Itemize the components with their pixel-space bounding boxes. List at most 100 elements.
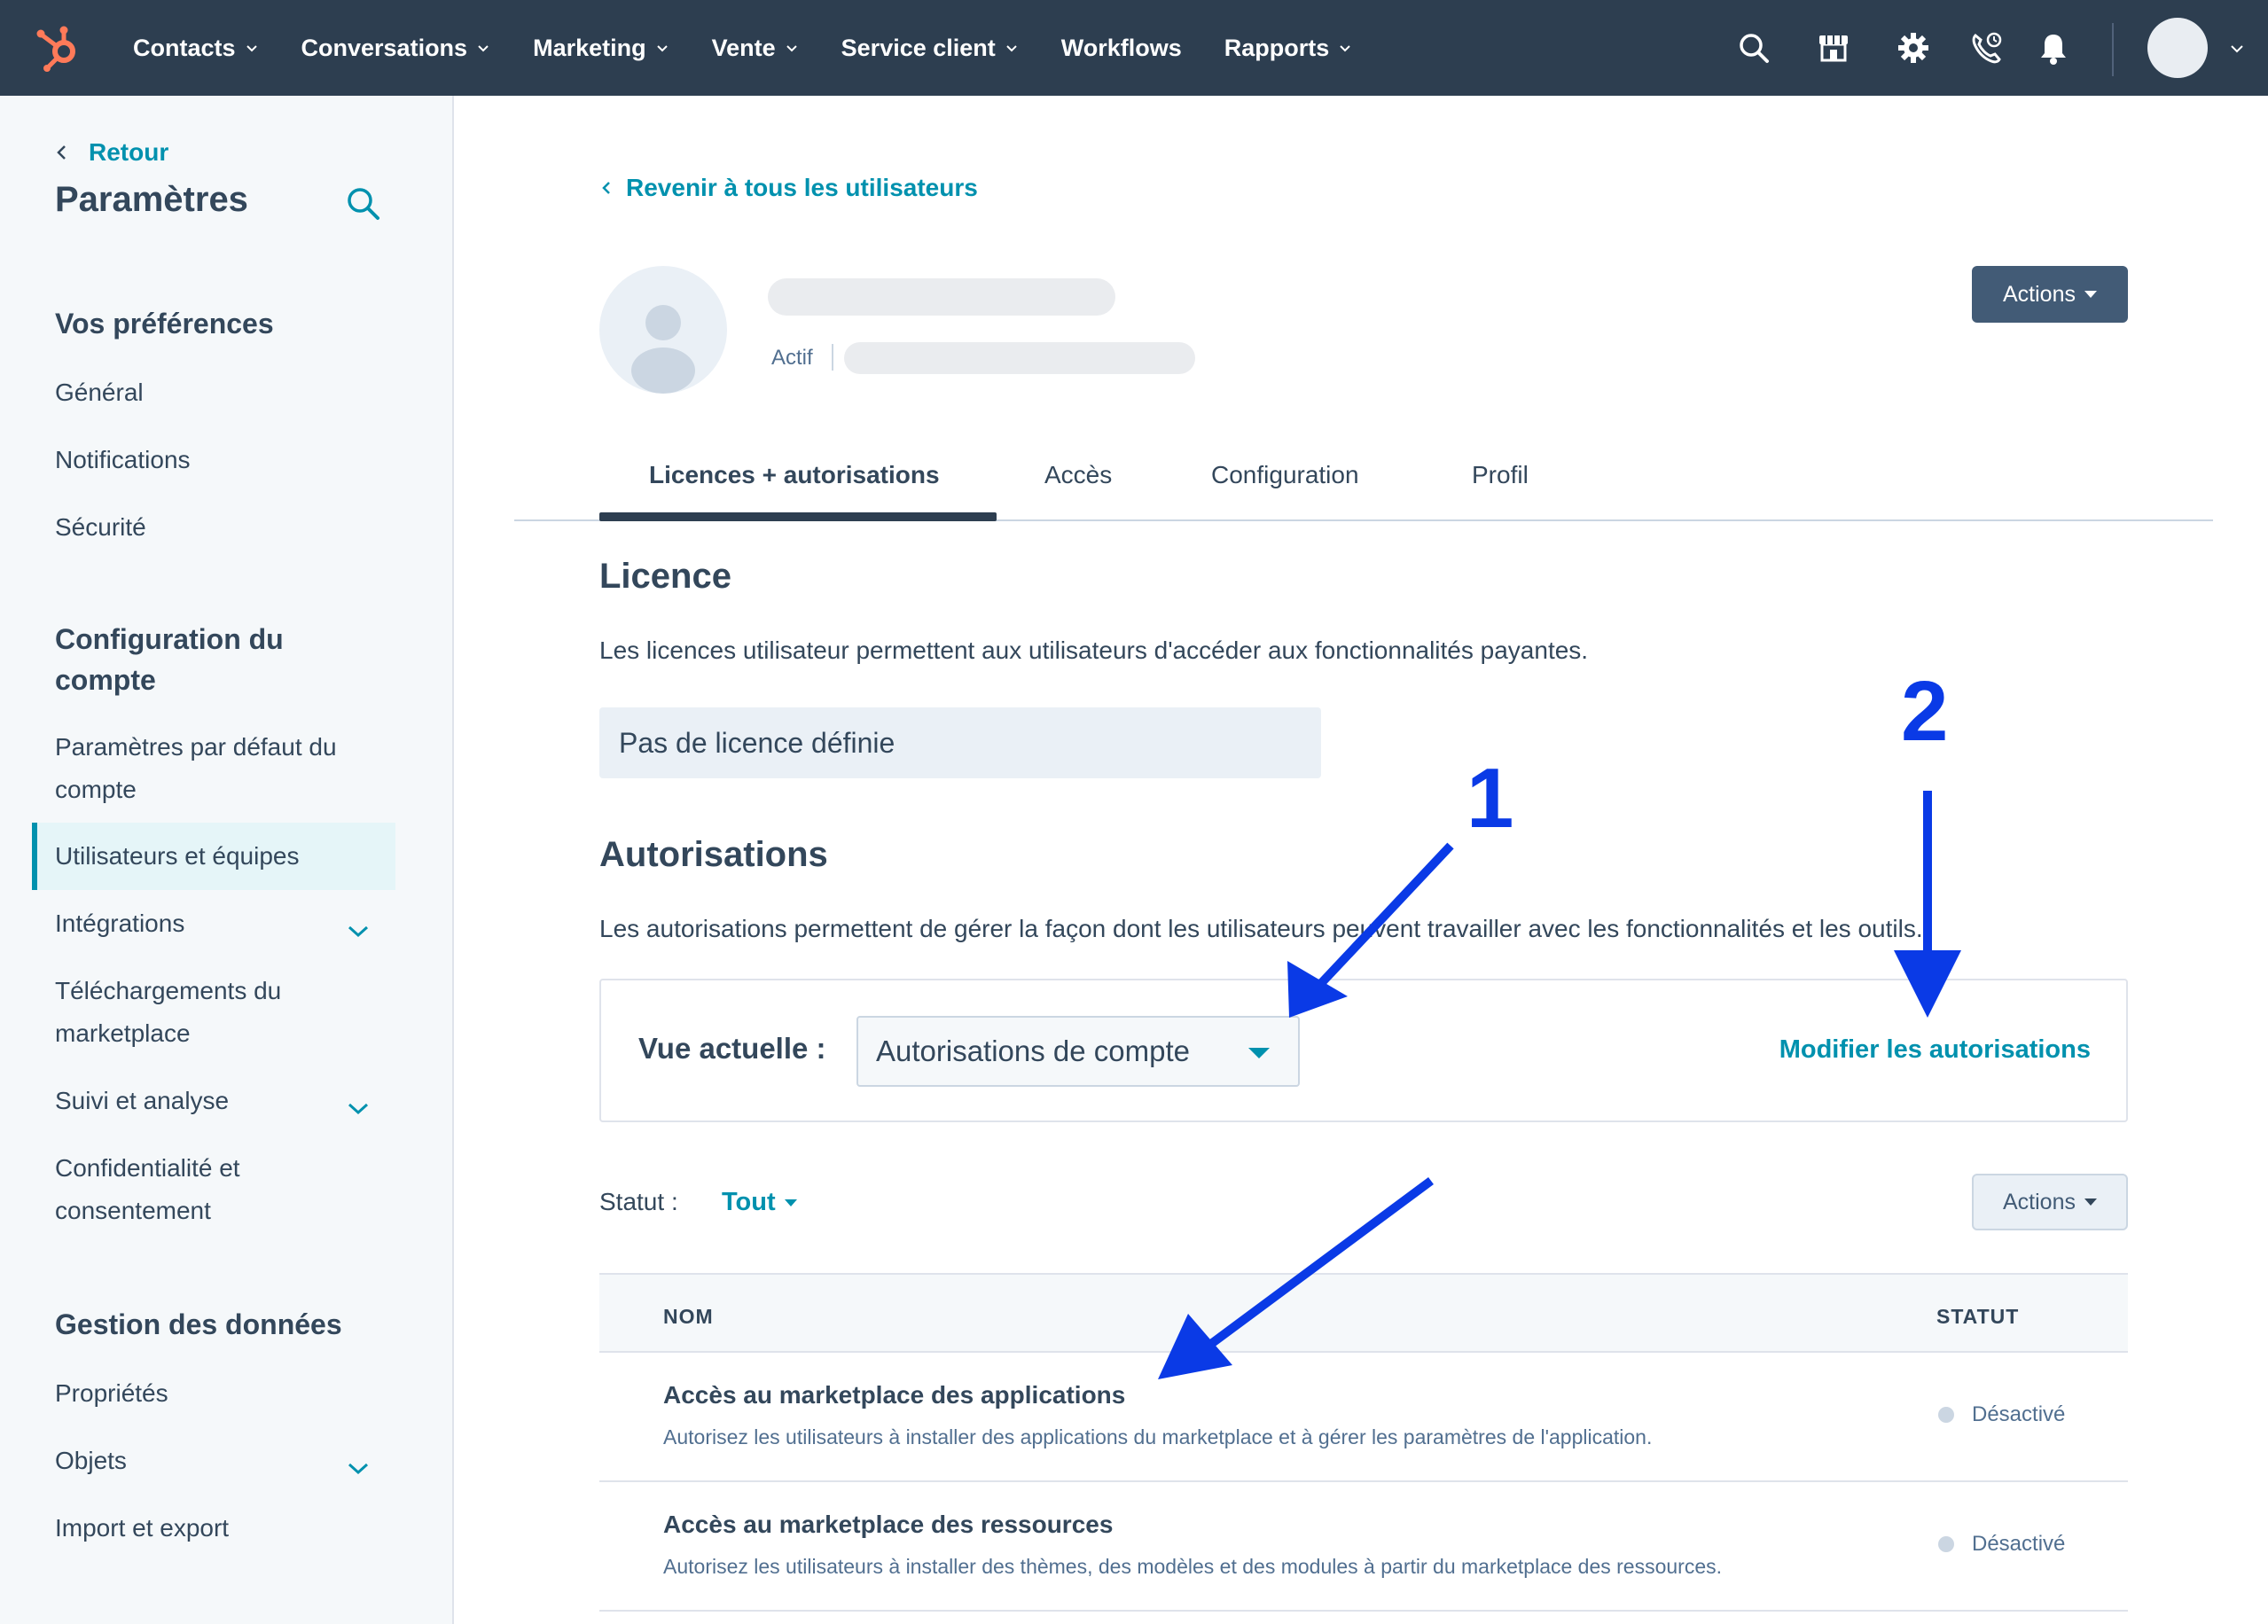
sidebar-section-heading: Configuration du compte bbox=[55, 623, 284, 696]
sidebar-section-heading: Gestion des données bbox=[55, 1308, 342, 1340]
column-header-name[interactable]: NOM bbox=[663, 1305, 714, 1329]
chevron-down-icon[interactable] bbox=[2229, 43, 2245, 55]
sidebar-item-marketplace-downloads[interactable]: Téléchargements du marketplace bbox=[55, 970, 339, 1055]
sidebar-item-notifications[interactable]: Notifications bbox=[55, 439, 392, 481]
nav-item-marketing[interactable]: Marketing bbox=[533, 35, 669, 62]
nav-item-label: Contacts bbox=[133, 34, 236, 61]
nav-item-label: Marketing bbox=[533, 34, 646, 61]
nav-item-service-client[interactable]: Service client bbox=[841, 35, 1019, 62]
bell-icon[interactable] bbox=[2036, 30, 2071, 66]
status-filter-label: Statut : bbox=[599, 1188, 678, 1215]
chevron-down-icon bbox=[786, 45, 797, 52]
current-view-select[interactable]: Autorisations de compte bbox=[856, 1016, 1300, 1087]
tab-access[interactable]: Accès bbox=[1044, 461, 1112, 489]
sidebar-back-label: Retour bbox=[89, 138, 169, 166]
back-to-users-link[interactable]: Revenir à tous les utilisateurs bbox=[601, 174, 978, 202]
search-icon[interactable] bbox=[344, 184, 383, 223]
licence-value-text: Pas de licence définie bbox=[619, 726, 895, 759]
status-dot-icon bbox=[1938, 1407, 1954, 1423]
table-header: NOM STATUT bbox=[599, 1273, 2128, 1353]
hubspot-logo-icon[interactable] bbox=[32, 23, 82, 73]
calling-icon[interactable] bbox=[1968, 30, 2004, 66]
status-divider bbox=[832, 344, 833, 371]
search-icon[interactable] bbox=[1736, 30, 1771, 66]
tab-configuration[interactable]: Configuration bbox=[1211, 461, 1359, 489]
sidebar-item-properties[interactable]: Propriétés bbox=[55, 1372, 392, 1415]
sidebar-item-import-export[interactable]: Import et export bbox=[55, 1507, 392, 1550]
sidebar-item-general[interactable]: Général bbox=[55, 371, 392, 414]
sidebar-back-link[interactable]: Retour bbox=[55, 138, 168, 167]
sidebar-title: Paramètres bbox=[55, 180, 248, 219]
marketplace-icon[interactable] bbox=[1816, 30, 1851, 66]
sidebar-item-users-teams[interactable]: Utilisateurs et équipes bbox=[55, 835, 392, 878]
current-view-value: Autorisations de compte bbox=[876, 1035, 1191, 1067]
row-description: Autorisez les utilisateurs à installer d… bbox=[663, 1555, 1723, 1578]
status-filter-dropdown[interactable]: Tout bbox=[722, 1188, 797, 1217]
chevron-down-icon bbox=[1340, 45, 1351, 52]
sidebar-item-privacy-consent[interactable]: Confidentialité et consentement bbox=[55, 1147, 285, 1232]
chevron-left-icon bbox=[57, 145, 66, 160]
user-email-placeholder bbox=[844, 342, 1195, 374]
table-actions-label: Actions bbox=[2003, 1189, 2076, 1214]
top-navigation-bar: Contacts Conversations Marketing Vente S… bbox=[0, 0, 2268, 96]
nav-item-label: Rapports bbox=[1224, 34, 1330, 61]
settings-sidebar: Retour Paramètres Vos préférences Généra… bbox=[0, 96, 454, 1624]
chevron-left-icon bbox=[602, 182, 610, 194]
user-avatar-menu[interactable] bbox=[2147, 18, 2208, 78]
permissions-table: NOM STATUT Accès au marketplace des appl… bbox=[599, 1273, 2128, 1612]
sidebar-item-integrations[interactable]: Intégrations bbox=[55, 902, 392, 945]
gear-icon[interactable] bbox=[1896, 30, 1931, 66]
permissions-heading: Autorisations bbox=[599, 835, 828, 874]
chevron-down-icon bbox=[246, 45, 257, 52]
table-row[interactable]: Accès au marketplace des applications Au… bbox=[599, 1353, 2128, 1482]
licence-heading: Licence bbox=[599, 557, 731, 596]
user-status: Actif bbox=[771, 346, 813, 370]
chevron-down-icon[interactable] bbox=[346, 924, 371, 940]
nav-item-workflows[interactable]: Workflows bbox=[1061, 35, 1182, 62]
row-status: Désactivé bbox=[1938, 1532, 2065, 1557]
row-title: Accès au marketplace des ressources bbox=[663, 1511, 1114, 1538]
nav-item-label: Service client bbox=[841, 34, 996, 61]
chevron-down-icon bbox=[656, 45, 668, 52]
caret-down-icon bbox=[784, 1198, 797, 1206]
permissions-description: Les autorisations permettent de gérer la… bbox=[599, 915, 1923, 942]
nav-item-label: Conversations bbox=[301, 34, 468, 61]
chevron-down-icon bbox=[1006, 45, 1017, 52]
user-name-placeholder bbox=[768, 278, 1115, 316]
nav-item-label: Vente bbox=[711, 34, 776, 61]
sidebar-item-tracking-analytics[interactable]: Suivi et analyse bbox=[55, 1080, 392, 1122]
chevron-down-icon[interactable] bbox=[346, 1101, 371, 1117]
table-row[interactable]: Accès au marketplace des ressources Auto… bbox=[599, 1482, 2128, 1612]
nav-item-label: Workflows bbox=[1060, 34, 1182, 61]
permissions-view-panel: Vue actuelle : Autorisations de compte M… bbox=[599, 979, 2128, 1122]
sidebar-item-account-defaults[interactable]: Paramètres par défaut du compte bbox=[55, 726, 374, 811]
status-dot-icon bbox=[1938, 1536, 1954, 1552]
row-status-text: Désactivé bbox=[1972, 1402, 2066, 1426]
annotation-number-2: 2 bbox=[1901, 664, 1949, 759]
column-header-status[interactable]: STATUT bbox=[1936, 1305, 2019, 1329]
tab-profile[interactable]: Profil bbox=[1472, 461, 1529, 489]
licence-description: Les licences utilisateur permettent aux … bbox=[599, 636, 1589, 664]
edit-permissions-link[interactable]: Modifier les autorisations bbox=[1779, 1035, 2091, 1065]
active-tab-indicator bbox=[599, 512, 997, 521]
nav-item-vente[interactable]: Vente bbox=[712, 35, 799, 62]
tab-licences-permissions[interactable]: Licences + autorisations bbox=[649, 461, 940, 489]
person-icon bbox=[631, 305, 695, 394]
user-actions-button[interactable]: Actions bbox=[1972, 266, 2128, 323]
licence-value: Pas de licence définie bbox=[599, 707, 1321, 778]
table-actions-button[interactable]: Actions bbox=[1972, 1174, 2128, 1230]
nav-item-contacts[interactable]: Contacts bbox=[133, 35, 259, 62]
sidebar-item-objects[interactable]: Objets bbox=[55, 1440, 392, 1482]
nav-item-rapports[interactable]: Rapports bbox=[1224, 35, 1353, 62]
chevron-down-icon[interactable] bbox=[346, 1461, 371, 1477]
row-status: Désactivé bbox=[1938, 1402, 2065, 1427]
nav-item-conversations[interactable]: Conversations bbox=[301, 35, 491, 62]
row-status-text: Désactivé bbox=[1972, 1532, 2066, 1556]
status-filter-value: Tout bbox=[722, 1188, 776, 1216]
chevron-down-icon bbox=[478, 45, 489, 52]
user-tabs: Licences + autorisations Accès Configura… bbox=[514, 443, 2213, 521]
user-avatar bbox=[599, 266, 727, 394]
sidebar-item-security[interactable]: Sécurité bbox=[55, 506, 392, 549]
user-actions-label: Actions bbox=[2003, 281, 2076, 307]
caret-down-icon bbox=[2084, 1198, 2097, 1206]
